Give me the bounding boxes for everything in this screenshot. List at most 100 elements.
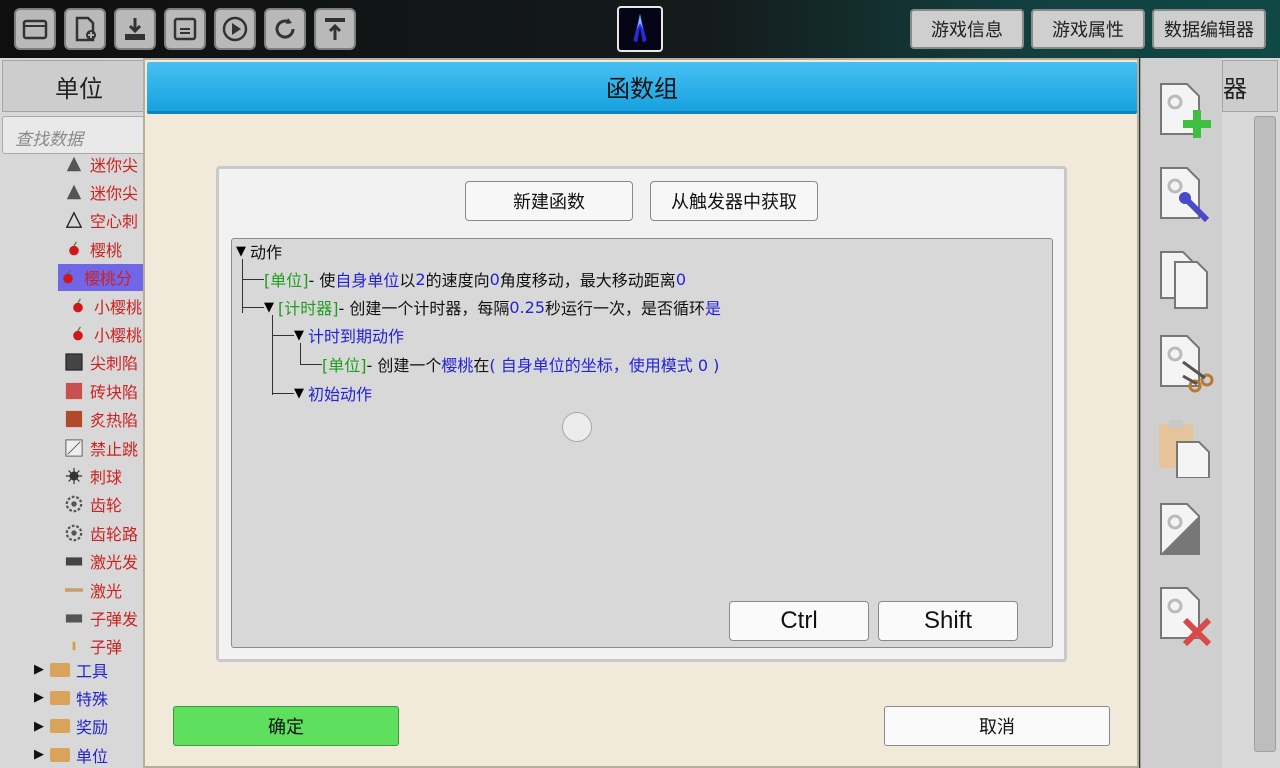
tree-item[interactable]: 激光 — [64, 576, 150, 603]
cherry-icon — [68, 324, 88, 344]
folder-item[interactable]: ▶ 单位 — [34, 741, 150, 768]
folder-icon — [50, 662, 70, 677]
tree-item[interactable]: 樱桃 — [64, 235, 150, 262]
tree-item[interactable]: 子弹发 — [64, 604, 150, 631]
tree-item-label: 激光 — [90, 581, 123, 601]
expand-arrow-icon[interactable]: ▶ — [34, 747, 50, 762]
tree-item[interactable]: 激光发 — [64, 548, 150, 575]
expand-triangle-icon[interactable]: ▼ — [264, 300, 274, 315]
folder-item[interactable]: ▶ 奖励 — [34, 713, 150, 740]
folder-icon — [50, 719, 70, 734]
tree-item-label: 砖块陷 — [90, 382, 139, 402]
expand-triangle-icon[interactable]: ▼ — [236, 244, 246, 259]
game-character-icon[interactable] — [617, 6, 663, 52]
paste-icon[interactable] — [1155, 416, 1217, 479]
folder-label: 特殊 — [76, 689, 109, 709]
action-text: - 创建一个计时器，每隔 — [338, 299, 510, 318]
action-text: 以 — [399, 271, 416, 290]
action-move-unit[interactable]: [单位] - 使 自身单位 以 2 的速度向 0 角度移动，最大移动距离 0 — [264, 267, 686, 291]
shift-key-button[interactable]: Shift — [878, 601, 1018, 641]
tree-item[interactable]: 空心刺 — [64, 207, 150, 234]
tree-item-label: 空心刺 — [90, 212, 139, 232]
param-value[interactable]: 0 — [676, 270, 686, 289]
cherry-icon — [64, 239, 84, 259]
get-from-trigger-button[interactable]: 从触发器中获取 — [650, 181, 818, 221]
tree-node-timer-expire[interactable]: ▼ 计时到期动作 — [294, 323, 404, 347]
action-create-timer[interactable]: ▼ [计时器] - 创建一个计时器，每隔 0.25 秒运行一次，是否循环 是 — [264, 295, 721, 319]
tree-node-initial-actions[interactable]: ▼ 初始动作 — [294, 381, 372, 405]
triangle-icon — [64, 154, 84, 174]
node-label: 计时到期动作 — [308, 327, 405, 346]
scrollbar[interactable] — [1254, 116, 1276, 752]
action-tree[interactable]: ▼ 动作 [单位] - 使 自身单位 以 2 的速度向 0 角度移动，最大移动距… — [231, 238, 1053, 648]
action-text: 角度移动，最大移动距离 — [499, 271, 676, 290]
category-tag: [单位] — [264, 271, 309, 290]
tree-item[interactable]: 齿轮路 — [64, 519, 150, 546]
cancel-button[interactable]: 取消 — [884, 706, 1110, 746]
folder-item[interactable]: ▶ 特殊 — [34, 684, 150, 711]
delete-file-icon[interactable] — [1155, 584, 1217, 647]
blank-file-icon[interactable] — [1155, 500, 1217, 562]
confirm-button[interactable]: 确定 — [173, 706, 399, 746]
param-value[interactable]: ( 自身单位的坐标，使用模式 0 ) — [489, 352, 719, 376]
refresh-icon[interactable] — [264, 8, 306, 50]
cut-file-icon[interactable] — [1155, 332, 1217, 394]
expand-triangle-icon[interactable]: ▼ — [294, 328, 304, 343]
action-create-unit[interactable]: [单位] - 创建一个 樱桃 在 ( 自身单位的坐标，使用模式 0 ) — [322, 352, 719, 376]
data-editor-button[interactable]: 数据编辑器 — [1152, 9, 1266, 49]
param-value[interactable]: 樱桃 — [441, 352, 473, 376]
action-text: - 创建一个 — [366, 356, 442, 375]
tree-item-label: 炙热陷 — [90, 411, 139, 431]
category-tag: [计时器] — [278, 299, 339, 318]
tree-item[interactable]: 禁止跳 — [64, 434, 150, 461]
tree-node-actions[interactable]: ▼ 动作 — [236, 239, 282, 263]
no-jump-icon — [64, 438, 84, 458]
tree-item-label: 小樱桃 — [94, 297, 143, 317]
expand-arrow-icon[interactable]: ▶ — [34, 690, 50, 705]
new-function-button[interactable]: 新建函数 — [465, 181, 633, 221]
dialog-title: 函数组 — [147, 62, 1137, 114]
tree-item[interactable]: 小樱桃 — [68, 292, 154, 319]
laser-icon — [64, 580, 84, 600]
tree-item-label: 齿轮路 — [90, 524, 139, 544]
tree-item[interactable]: 炙热陷 — [64, 406, 150, 433]
param-value[interactable]: 自身单位 — [335, 267, 399, 291]
add-file-icon[interactable] — [1155, 80, 1217, 142]
param-value[interactable]: 2 — [415, 270, 425, 289]
tree-item[interactable]: 齿轮 — [64, 491, 150, 518]
tree-item[interactable]: 尖刺陷 — [64, 349, 150, 376]
expand-arrow-icon[interactable]: ▶ — [34, 719, 50, 734]
play-icon[interactable] — [214, 8, 256, 50]
param-value[interactable]: 是 — [705, 295, 721, 319]
tree-item[interactable]: 樱桃分 — [58, 263, 150, 291]
tree-item-label: 樱桃 — [90, 240, 123, 260]
game-info-button[interactable]: 游戏信息 — [910, 9, 1024, 49]
search-input[interactable]: 查找数据 — [2, 116, 148, 154]
ctrl-key-button[interactable]: Ctrl — [729, 601, 869, 641]
action-text: - 使 — [308, 271, 336, 290]
expand-arrow-icon[interactable]: ▶ — [34, 662, 50, 677]
cherry-icon — [68, 296, 88, 316]
triangle-icon — [64, 182, 84, 202]
top-toolbar: 游戏信息 游戏属性 数据编辑器 — [0, 0, 1280, 58]
param-value[interactable]: 0 — [490, 270, 500, 289]
save-icon[interactable] — [164, 8, 206, 50]
tree-item[interactable]: 刺球 — [64, 462, 150, 489]
new-file-icon[interactable] — [64, 8, 106, 50]
copy-file-icon[interactable] — [1155, 248, 1217, 310]
tree-item-label: 迷你尖 — [90, 183, 139, 203]
tree-item[interactable]: 小樱桃 — [68, 320, 154, 347]
tree-item[interactable]: 迷你尖 — [64, 178, 150, 205]
upload-icon[interactable] — [314, 8, 356, 50]
param-value[interactable]: 0.25 — [509, 298, 545, 317]
edit-file-icon[interactable] — [1155, 164, 1217, 226]
tree-item[interactable]: 迷你尖 — [64, 150, 150, 177]
folder-open-icon[interactable] — [14, 8, 56, 50]
expand-triangle-icon[interactable]: ▼ — [294, 386, 304, 401]
tree-item[interactable]: 砖块陷 — [64, 377, 150, 404]
game-properties-button[interactable]: 游戏属性 — [1031, 9, 1145, 49]
action-text: 在 — [473, 356, 490, 375]
download-icon[interactable] — [114, 8, 156, 50]
laser-emitter-icon — [64, 551, 84, 571]
folder-item[interactable]: ▶ 工具 — [34, 656, 150, 683]
